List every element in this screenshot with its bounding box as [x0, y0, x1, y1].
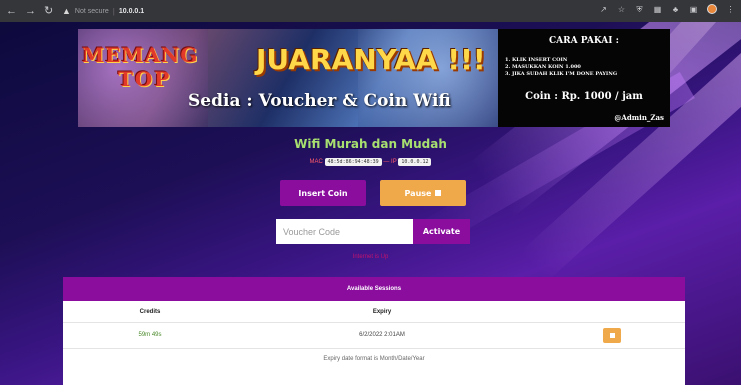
puzzle-icon[interactable]: ♣	[671, 5, 680, 14]
instructions-steps: 1. KLIK INSERT COIN 2. MASUKKAN KOIN 1.0…	[505, 57, 617, 78]
instructions-title: CARA PAKAI :	[549, 36, 619, 46]
banner-headline: JUARANYAA !!!	[256, 43, 486, 76]
banner-artwork: MEMANG TOP JUARANYAA !!! Sedia : Voucher…	[78, 29, 498, 127]
sessions-header-row: Credits Expiry	[63, 301, 685, 323]
page-title: Wifi Murah dan Mudah	[294, 137, 447, 151]
promo-banner: MEMANG TOP JUARANYAA !!! Sedia : Voucher…	[78, 29, 670, 127]
pause-session-button[interactable]	[603, 328, 621, 343]
address-bar[interactable]: ▲ Not secure | 10.0.0.1	[62, 3, 144, 19]
mac-value: 48:5d:86:94:48:39	[324, 158, 382, 166]
forward-arrow-icon[interactable]: →	[25, 5, 36, 17]
banner-tagline: Sedia : Voucher & Coin Wifi	[188, 91, 451, 111]
insert-coin-label: Insert Coin	[298, 188, 348, 198]
column-expiry: Expiry	[372, 309, 392, 315]
shield-icon[interactable]: ⛨	[635, 5, 644, 14]
session-expiry: 6/2/2022 2:01AM	[359, 332, 405, 338]
insert-coin-button[interactable]: Insert Coin	[280, 180, 366, 206]
pause-icon	[435, 190, 442, 196]
menu-icon[interactable]: ⋮	[726, 5, 735, 14]
back-arrow-icon[interactable]: ←	[6, 5, 17, 17]
session-credits: 59m 49s	[138, 332, 162, 338]
sessions-title: Available Sessions	[63, 277, 685, 301]
pause-button[interactable]: Pause	[380, 180, 466, 206]
admin-handle: @Admin_Zas	[614, 113, 664, 122]
browser-toolbar: ← → ↻ ▲ Not secure | 10.0.0.1 ↗ ☆ ⛨ ▦ ♣ …	[0, 0, 741, 22]
address-separator: |	[112, 6, 115, 16]
expiry-format-note: Expiry date format is Month/Date/Year	[323, 356, 425, 362]
coin-price: Coin : Rp. 1000 / jam	[525, 91, 643, 102]
browser-actions: ↗ ☆ ⛨ ▦ ♣ ▣ ⋮	[599, 4, 735, 14]
sessions-panel: Available Sessions Credits Expiry 59m 49…	[63, 277, 685, 385]
share-icon[interactable]: ↗	[599, 5, 608, 14]
warning-icon[interactable]: ▲	[62, 6, 71, 16]
banner-instructions: CARA PAKAI : 1. KLIK INSERT COIN 2. MASU…	[498, 29, 670, 127]
device-info: MAC 48:5d:86:94:48:39 — IP 10.0.0.12	[0, 158, 741, 166]
pause-label: Pause	[404, 188, 432, 198]
pause-icon	[609, 333, 615, 338]
banner-line2: TOP	[118, 67, 172, 91]
url-text[interactable]: 10.0.0.1	[119, 8, 144, 15]
extension-icon[interactable]: ▦	[653, 5, 662, 14]
reload-icon[interactable]: ↻	[44, 5, 53, 17]
ip-value: 10.0.0.12	[398, 158, 432, 166]
star-icon[interactable]: ☆	[617, 5, 626, 14]
instruction-step: 1. KLIK INSERT COIN	[505, 57, 568, 63]
connection-status: Internet is Up	[352, 254, 389, 260]
security-label: Not secure	[74, 7, 109, 15]
profile-avatar[interactable]	[707, 4, 717, 14]
table-row: 59m 49s 6/2/2022 2:01AM	[63, 323, 685, 349]
portal-page: MEMANG TOP JUARANYAA !!! Sedia : Voucher…	[0, 22, 741, 385]
activate-button[interactable]: Activate	[413, 219, 470, 244]
mac-label: MAC	[309, 159, 323, 165]
banner-line1: MEMANG	[82, 43, 199, 67]
column-credits: Credits	[139, 309, 161, 315]
sidebar-icon[interactable]: ▣	[689, 5, 698, 14]
info-separator: —	[383, 159, 390, 165]
instruction-step: 2. MASUKKAN KOIN 1.000	[505, 64, 581, 70]
ip-label: IP	[391, 159, 397, 165]
voucher-code-input[interactable]: Voucher Code	[276, 219, 413, 244]
browser-nav: ← → ↻	[0, 5, 62, 17]
instruction-step: 3. JIKA SUDAH KLIK I'M DONE PAYING	[505, 71, 618, 77]
